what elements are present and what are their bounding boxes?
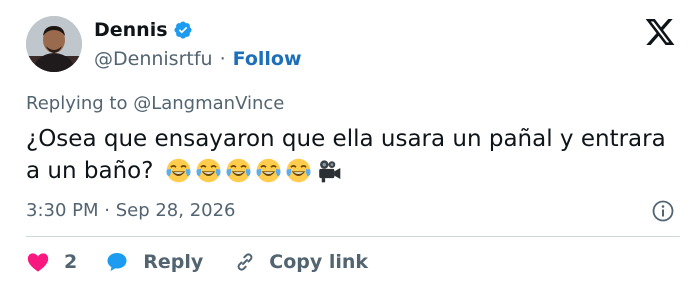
avatar[interactable] (26, 16, 82, 72)
divider (26, 236, 680, 237)
heart-icon (27, 253, 49, 272)
copy-link-label: Copy link (269, 251, 369, 273)
tweet-text: ¿Osea que ensayaron que ella usara un pa… (26, 123, 676, 187)
movie-camera-icon (318, 160, 341, 183)
follow-button[interactable]: Follow (233, 48, 302, 70)
face-with-tears-of-joy-icon (286, 158, 311, 183)
link-icon (237, 253, 253, 271)
x-logo-icon[interactable] (643, 16, 677, 48)
timestamp[interactable]: 3:30 PM · Sep 28, 2026 (26, 200, 236, 224)
tweet-card: Dennis @Dennisrtfu · Follow Replying to … (0, 0, 700, 287)
info-icon[interactable] (651, 199, 675, 223)
like-button[interactable]: 2 (26, 250, 77, 274)
like-count: 2 (64, 251, 78, 273)
face-with-tears-of-joy-icon (196, 158, 221, 183)
face-with-tears-of-joy-icon (166, 158, 191, 183)
reply-button[interactable]: Reply (105, 250, 203, 274)
face-with-tears-of-joy-icon (256, 158, 281, 183)
display-name[interactable]: Dennis (94, 19, 168, 41)
reply-label: Reply (143, 251, 204, 273)
action-bar: 2 Reply Copy link (26, 248, 368, 276)
reply-bubble-icon (107, 253, 127, 271)
verified-badge-icon (174, 21, 192, 39)
name-row: Dennis (94, 17, 193, 43)
separator-dot: · (219, 48, 226, 70)
handle-row: @Dennisrtfu · Follow (94, 47, 302, 71)
tweet-body: ¿Osea que ensayaron que ella usara un pa… (26, 126, 666, 184)
user-handle[interactable]: @Dennisrtfu (94, 48, 213, 70)
copy-link-button[interactable]: Copy link (233, 250, 368, 274)
replying-to: Replying to @LangmanVince (26, 93, 285, 114)
emoji-row (165, 157, 345, 184)
face-with-tears-of-joy-icon (226, 158, 251, 183)
